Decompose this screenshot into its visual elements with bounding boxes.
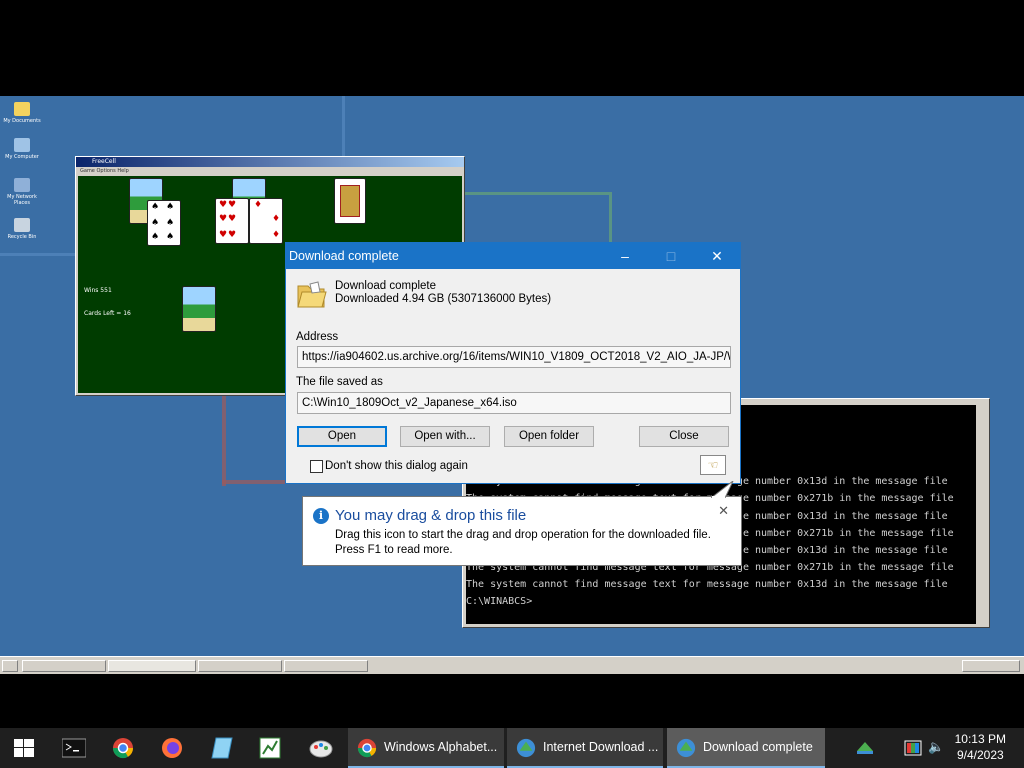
idm-icon [676,738,696,758]
open-folder-icon [297,281,327,308]
open-button[interactable]: Open [297,426,387,447]
dialog-titlebar[interactable]: Download complete – □ ✕ [286,243,740,269]
diamond-icon: ♦ [272,214,281,224]
download-size: Downloaded 4.94 GB (5307136000 Bytes) [335,293,552,305]
firefox-icon[interactable] [161,737,183,759]
open-folder-button[interactable]: Open folder [504,426,594,447]
notepad-icon[interactable] [210,737,234,759]
maximize-button[interactable]: □ [648,243,694,269]
card-spade[interactable]: ♠ ♠ ♠ ♠ ♠ ♠ [147,200,181,246]
cards-left: Cards Left = 16 [84,310,131,317]
idm-icon [516,738,536,758]
saved-as-label: The file saved as [296,376,383,388]
card-heart[interactable]: ♥ ♥ ♥ ♥ ♥ ♥ [215,198,249,244]
dialog-title: Download complete [289,249,399,263]
spreadsheet-icon[interactable] [258,736,282,760]
taskbar-app-idm[interactable]: Internet Download ... [507,728,663,768]
vm-task-freecell[interactable] [108,660,196,672]
dialog-heading: Download complete [335,280,437,292]
close-icon[interactable]: ✕ [718,503,729,519]
wins-count: Wins 551 [84,287,112,294]
desktop-icon-network[interactable]: My Network Places [2,178,42,206]
chrome-icon [357,738,377,758]
heart-icon: ♥ [219,200,228,210]
network-icon [14,178,30,192]
freecell-titlebar[interactable]: FreeCell [76,157,464,167]
close-button[interactable]: Close [639,426,729,447]
face-card-icon [340,185,360,217]
tooltip-title: You may drag & drop this file [335,507,527,524]
chrome-icon[interactable] [112,737,134,759]
download-complete-dialog: Download complete – □ ✕ Download complet… [285,242,741,484]
heart-icon: ♥ [228,230,237,240]
spade-icon: ♠ [166,202,175,212]
spade-icon: ♠ [151,218,160,228]
vm-taskbar [0,656,1024,674]
close-icon[interactable]: ✕ [694,243,740,269]
computer-icon [14,138,30,152]
drag-drop-tooltip: i You may drag & drop this file Drag thi… [302,481,742,566]
card-king[interactable] [334,178,366,224]
desktop-decoration [222,396,226,486]
spade-icon: ♠ [166,232,175,242]
idm-tray-icon[interactable] [855,739,875,757]
clock-time: 10:13 PM [954,732,1006,746]
desktop-decoration [222,480,292,484]
open-with-button[interactable]: Open with... [400,426,490,447]
folder-icon [14,102,30,116]
info-icon: i [313,508,329,524]
tooltip-body: Drag this icon to start the drag and dro… [335,529,711,556]
spade-icon: ♠ [166,218,175,228]
display-tray-icon[interactable] [904,740,922,756]
volume-muted-icon[interactable]: 🔈 [928,739,944,757]
address-label: Address [296,331,339,343]
card-diamond[interactable]: ♦ ♦ ♦ [249,198,283,244]
spade-icon: ♠ [151,232,160,242]
vm-task[interactable] [284,660,368,672]
heart-icon: ♥ [228,214,237,224]
diamond-icon: ♦ [254,200,263,210]
heart-icon: ♥ [219,230,228,240]
terminal-icon[interactable] [62,738,86,758]
clock-date: 9/4/2023 [956,748,1004,762]
vm-task[interactable] [22,660,106,672]
heart-icon: ♥ [219,214,228,224]
address-field[interactable]: https://ia904602.us.archive.org/16/items… [297,346,731,368]
diamond-icon: ♦ [272,230,281,240]
taskbar: Windows Alphabet... Internet Download ..… [0,728,1024,768]
desktop-icon-my-computer[interactable]: My Computer [2,138,42,160]
vm-start-button[interactable] [2,660,18,672]
recycle-bin-icon [14,218,30,232]
paint-icon[interactable] [308,736,334,760]
vm-task[interactable] [198,660,282,672]
spade-icon: ♠ [151,202,160,212]
clock[interactable]: 10:13 PM 9/4/2023 [955,731,1006,763]
saved-path-field[interactable]: C:\Win10_1809Oct_v2_Japanese_x64.iso [297,392,731,414]
dont-show-label: Don't show this dialog again [325,460,468,472]
desktop-icon-recycle-bin[interactable]: Recycle Bin [2,218,42,240]
taskbar-app-chrome[interactable]: Windows Alphabet... [348,728,504,768]
freecell-menubar[interactable]: Game Options Help [76,167,464,175]
console-scrollbar[interactable] [976,405,986,624]
heart-icon: ♥ [228,200,237,210]
dont-show-checkbox[interactable] [310,460,323,473]
minimize-button[interactable]: – [602,243,648,269]
drag-hand-icon[interactable]: ☜ [700,455,726,475]
vm-tray [962,660,1020,672]
desktop-icon-my-documents[interactable]: My Documents [2,102,42,124]
card-back[interactable] [182,286,216,332]
tooltip-pointer [711,481,734,498]
screen: My Documents My Computer My Network Plac… [0,0,1024,768]
windows-start-icon[interactable] [14,739,34,757]
taskbar-app-download-complete[interactable]: Download complete [667,728,825,768]
